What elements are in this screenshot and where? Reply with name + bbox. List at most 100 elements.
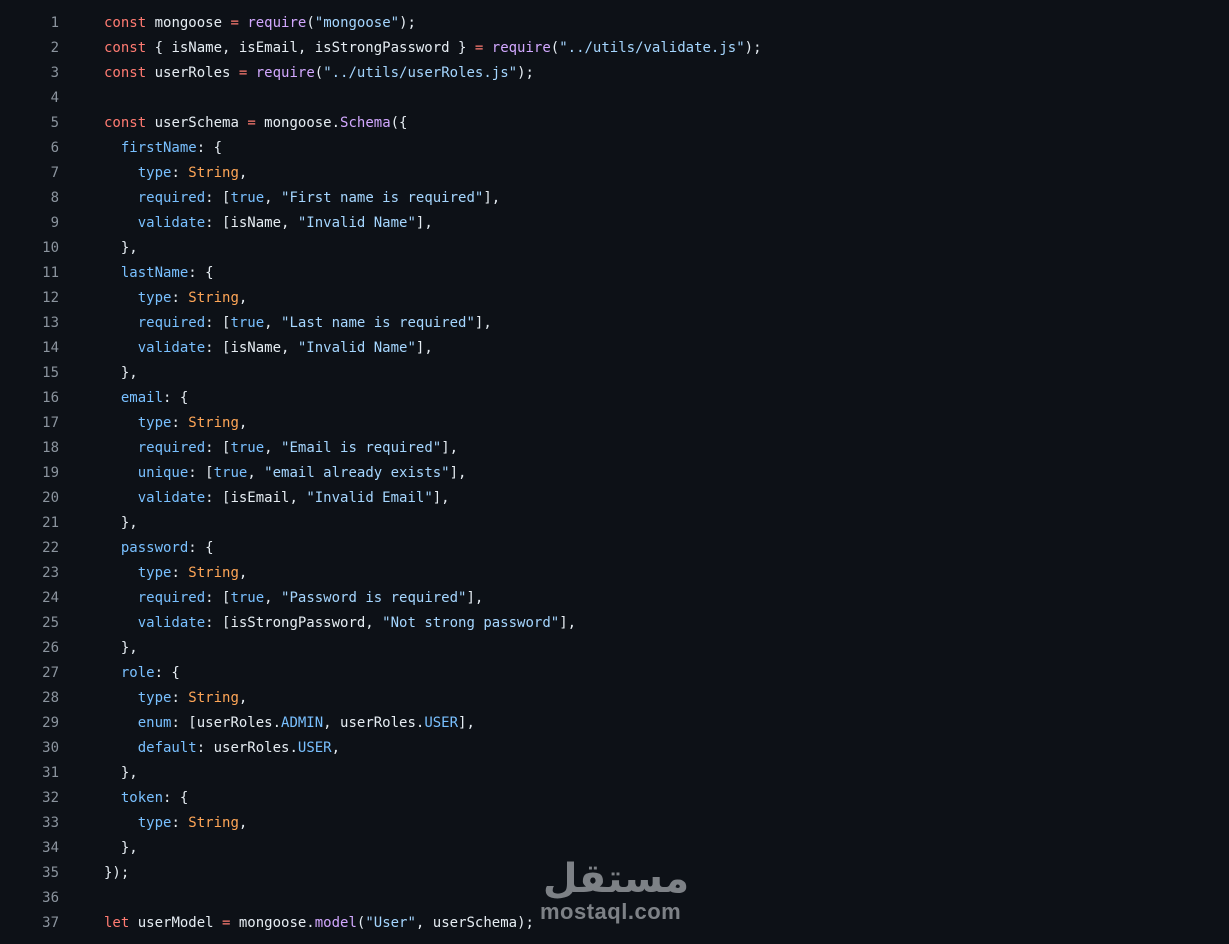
code-token: : [171,165,189,181]
code-token: validate [137,215,206,231]
code-token: : [isName, [205,340,298,356]
code-line[interactable]: 18 required: [true, "Email is required"]… [0,436,1229,461]
code-token: }); [104,865,130,881]
code-line[interactable]: 29 enum: [userRoles.ADMIN, userRoles.USE… [0,711,1229,736]
code-line[interactable]: 14 validate: [isName, "Invalid Name"], [0,336,1229,361]
code-token: true [230,590,265,606]
code-token: require [491,40,551,56]
code-line[interactable]: 19 unique: [true, "email already exists"… [0,461,1229,486]
code-line[interactable]: 24 required: [true, "Password is require… [0,586,1229,611]
code-token: : [ [205,590,231,606]
line-code: }, [59,511,138,536]
code-token: type [137,690,172,706]
code-token: "Last name is required" [281,315,475,331]
code-token: : [171,415,189,431]
code-token: type [137,415,172,431]
code-line[interactable]: 21 }, [0,511,1229,536]
line-number: 4 [50,90,59,106]
code-line[interactable]: 11 lastName: { [0,261,1229,286]
code-line[interactable]: 15 }, [0,361,1229,386]
code-token: ], [415,215,433,231]
code-line[interactable]: 16 email: { [0,386,1229,411]
line-code: validate: [isEmail, "Invalid Email"], [59,486,450,511]
code-token: "First name is required" [281,190,484,206]
code-line[interactable]: 8 required: [true, "First name is requir… [0,186,1229,211]
line-code: }, [59,761,138,786]
line-number: 33 [42,815,59,831]
code-token: required [137,440,206,456]
code-line[interactable]: 31 }, [0,761,1229,786]
code-editor[interactable]: 1 const mongoose = require("mongoose"); 2 c… [0,11,1229,936]
code-line[interactable]: 26 }, [0,636,1229,661]
code-token: required [137,590,206,606]
line-code: required: [true, "Last name is required"… [59,311,492,336]
code-token: "mongoose" [314,15,400,31]
code-line[interactable]: 6 firstName: { [0,136,1229,161]
code-line[interactable]: 28 type: String, [0,686,1229,711]
code-line[interactable]: 9 validate: [isName, "Invalid Name"], [0,211,1229,236]
code-token: true [230,440,265,456]
code-token: , [238,415,248,431]
code-line[interactable]: 23 type: String, [0,561,1229,586]
code-token: ], [466,590,484,606]
code-line[interactable]: 5 const userSchema = mongoose.Schema({ [0,111,1229,136]
code-line[interactable]: 12 type: String, [0,286,1229,311]
code-token: : { [188,540,214,556]
code-line[interactable]: 7 type: String, [0,161,1229,186]
svg-text:مستقل: مستقل [543,856,689,902]
code-line[interactable]: 20 validate: [isEmail, "Invalid Email"], [0,486,1229,511]
code-token: , userRoles. [323,715,425,731]
code-line[interactable]: 1 const mongoose = require("mongoose"); [0,11,1229,36]
code-token: "Email is required" [281,440,442,456]
code-line[interactable]: 13 required: [true, "Last name is requir… [0,311,1229,336]
code-token: mongoose [146,15,231,31]
code-token: ], [449,465,467,481]
code-token: String [188,415,239,431]
code-token: : [171,290,189,306]
code-line[interactable]: 17 type: String, [0,411,1229,436]
code-line[interactable]: 33 type: String, [0,811,1229,836]
line-code: required: [true, "Email is required"], [59,436,458,461]
code-token: firstName [120,140,197,156]
line-number: 23 [42,565,59,581]
code-token: String [188,165,239,181]
code-line[interactable]: 2 const { isName, isEmail, isStrongPasswo… [0,36,1229,61]
code-line[interactable]: 25 validate: [isStrongPassword, "Not str… [0,611,1229,636]
line-number: 26 [42,640,59,656]
code-line[interactable]: 22 password: { [0,536,1229,561]
code-token: String [188,690,239,706]
code-token: ); [517,65,534,81]
code-line[interactable]: 27 role: { [0,661,1229,686]
line-number: 3 [50,65,59,81]
line-code: }, [59,236,138,261]
line-number: 18 [42,440,59,456]
code-token: type [137,165,172,181]
code-token: USER [424,715,459,731]
line-number: 34 [42,840,59,856]
code-token: }, [104,515,138,531]
mostaql-logo-icon: مستقل [543,856,689,902]
code-line[interactable]: 30 default: userRoles.USER, [0,736,1229,761]
code-line[interactable]: 3 const userRoles = require("../utils/use… [0,61,1229,86]
code-token: token [120,790,164,806]
code-line[interactable]: 10 }, [0,236,1229,261]
line-number: 28 [42,690,59,706]
code-token: : [171,565,189,581]
code-line[interactable]: 32 token: { [0,786,1229,811]
code-token: true [213,465,248,481]
code-token: enum [137,715,172,731]
code-token: = [247,115,256,131]
line-code: }, [59,836,138,861]
line-code: validate: [isStrongPassword, "Not strong… [59,611,576,636]
code-line[interactable]: 4 [0,86,1229,111]
code-token: String [188,290,239,306]
line-code: firstName: { [59,136,222,161]
line-code: required: [true, "First name is required… [59,186,500,211]
line-number: 6 [50,140,59,156]
